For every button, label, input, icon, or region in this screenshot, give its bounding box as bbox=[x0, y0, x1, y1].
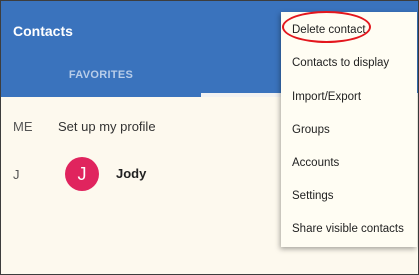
menu-item-accounts[interactable]: Accounts bbox=[281, 147, 417, 180]
section-letter-j: J bbox=[13, 167, 20, 182]
overflow-menu: Delete contact Contacts to display Impor… bbox=[281, 12, 417, 247]
menu-item-groups[interactable]: Groups bbox=[281, 114, 417, 147]
section-letter-me: ME bbox=[13, 119, 33, 134]
contact-name[interactable]: Jody bbox=[116, 166, 146, 181]
menu-item-contacts-to-display[interactable]: Contacts to display bbox=[281, 47, 417, 80]
tab-favorites[interactable]: FAVORITES bbox=[1, 61, 201, 97]
menu-item-settings[interactable]: Settings bbox=[281, 180, 417, 213]
menu-item-share-visible-contacts[interactable]: Share visible contacts bbox=[281, 213, 417, 246]
app-title: Contacts bbox=[13, 23, 73, 39]
menu-item-import-export[interactable]: Import/Export bbox=[281, 81, 417, 114]
setup-profile-link[interactable]: Set up my profile bbox=[58, 119, 156, 134]
menu-item-delete-contact[interactable]: Delete contact bbox=[281, 14, 417, 47]
avatar[interactable]: J bbox=[65, 157, 99, 191]
